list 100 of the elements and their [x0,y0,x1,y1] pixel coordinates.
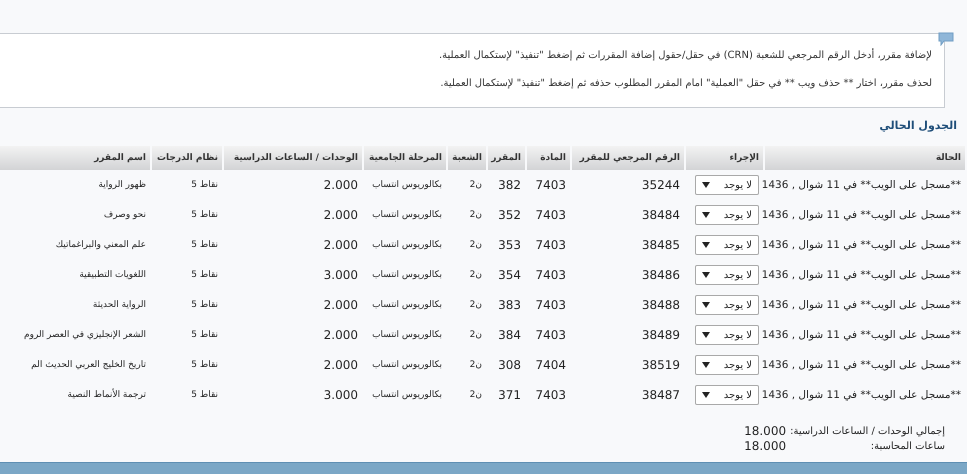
table-cell: ن2 [470,330,482,340]
table-cell: 35244 [642,178,680,192]
status-text: **مسجل على الويب** في 11 شوال , 1436 [762,329,961,341]
table-cell: 38488 [642,298,680,312]
action-dropdown[interactable]: لا يوجد [695,235,759,255]
table-cell: 7403 [535,268,566,282]
column-header: الرقم المرجعي للمقرر [572,146,684,170]
table-cell: علم المعني والبراغماتيك [56,240,146,250]
action-dropdown[interactable]: لا يوجد [695,385,759,405]
table-cell: 2.000 [324,358,358,372]
status-text: **مسجل على الويب** في 11 شوال , 1436 [762,239,961,251]
table-cell: 7403 [535,208,566,222]
table-cell: بكالوريوس انتساب [372,330,442,340]
table-cell: 7403 [535,178,566,192]
table-cell: ن2 [470,240,482,250]
table-cell: 353 [498,238,521,252]
status-text: **مسجل على الويب** في 11 شوال , 1436 [762,209,961,221]
action-dropdown[interactable]: لا يوجد [695,265,759,285]
action-dropdown[interactable]: لا يوجد [695,325,759,345]
table-cell: 3.000 [324,268,358,282]
status-text: **مسجل على الويب** في 11 شوال , 1436 [762,389,961,401]
table-cell: بكالوريوس انتساب [372,360,442,370]
table-cell: 2.000 [324,298,358,312]
table-cell: بكالوريوس انتساب [372,240,442,250]
table-cell: الشعر الإنجليزي في العصر الروم [24,330,146,340]
table-cell: ن2 [470,390,482,400]
table-cell: بكالوريوس انتساب [372,270,442,280]
table-cell: 38519 [642,358,680,372]
total-value: 18.000 [744,424,786,439]
table-cell: 2.000 [324,328,358,342]
action-dropdown[interactable]: لا يوجد [695,205,759,225]
total-label: إجمالي الوحدات / الساعات الدراسية: [790,425,945,439]
table-cell: نقاط 5 [191,210,218,220]
table-cell: 2.000 [324,208,358,222]
column-header: الإجراء [686,146,763,170]
table-cell: ن2 [470,300,482,310]
table-cell: ظهور الرواية [98,180,146,190]
table-cell: نقاط 5 [191,330,218,340]
section-title: الجدول الحالي [879,119,957,132]
status-text: **مسجل على الويب** في 11 شوال , 1436 [762,359,961,371]
table-cell: اللغويات التطبيقية [79,270,146,280]
table-cell: 383 [498,298,521,312]
table-cell: 7403 [535,328,566,342]
table-cell: 371 [498,388,521,402]
table-cell: 2.000 [324,238,358,252]
column-header: الحالة [765,146,965,170]
table-cell: بكالوريوس انتساب [372,210,442,220]
table-cell: ن2 [470,180,482,190]
column-header: نظام الدرجات [152,146,222,170]
caret-icon [702,212,710,218]
table-cell: تاريخ الخليج العربي الحديث الم [31,360,146,370]
speech-bubble-icon [938,32,954,46]
column-header: المرحلة الجامعية [364,146,446,170]
table-cell: الرواية الحديثة [92,300,146,310]
action-dropdown[interactable]: لا يوجد [695,295,759,315]
table-cell: 38486 [642,268,680,282]
table-cell: 384 [498,328,521,342]
table-cell: نقاط 5 [191,270,218,280]
table-cell: نقاط 5 [191,240,218,250]
status-text: **مسجل على الويب** في 11 شوال , 1436 [762,179,961,191]
table-cell: 38485 [642,238,680,252]
caret-icon [702,302,710,308]
table-cell: بكالوريوس انتساب [372,390,442,400]
table-cell: 2.000 [324,178,358,192]
caret-icon [702,332,710,338]
caret-icon [702,272,710,278]
table-cell: 3.000 [324,388,358,402]
column-header: الشعبة [448,146,486,170]
caret-icon [702,392,710,398]
caret-icon [702,182,710,188]
total-label: ساعات المحاسبة: [870,440,945,454]
caret-icon [702,242,710,248]
table-cell: 7403 [535,298,566,312]
status-text: **مسجل على الويب** في 11 شوال , 1436 [762,299,961,311]
table-cell: نحو وصرف [104,210,146,220]
instruction-text: لحذف مقرر، اختار ** حذف ويب ** في حقل "العملية" امام المقرر المطلوب حذفه ثم إضغط "تنفيذ" لإستكمال العملية. [439,78,932,89]
table-cell: نقاط 5 [191,180,218,190]
column-header: اسم المقرر [0,146,150,170]
table-cell: ن2 [470,210,482,220]
action-dropdown[interactable]: لا يوجد [695,355,759,375]
table-cell: 352 [498,208,521,222]
table-cell: 7404 [535,358,566,372]
table-cell: ن2 [470,360,482,370]
column-header: الوحدات / الساعات الدراسية [224,146,362,170]
table-cell: ترجمة الأنماط النصية [68,390,146,400]
table-cell: بكالوريوس انتساب [372,300,442,310]
caret-icon [702,362,710,368]
instruction-text: لإضافة مقرر، أدخل الرقم المرجعي للشعبة (CRN) في حقل/حقول إضافة المقررات ثم إضغط "تنفيذ" لإستكمال العملية. [438,50,932,61]
status-text: **مسجل على الويب** في 11 شوال , 1436 [762,269,961,281]
table-cell: نقاط 5 [191,360,218,370]
action-dropdown[interactable]: لا يوجد [695,175,759,195]
table-cell: 38487 [642,388,680,402]
table-cell: نقاط 5 [191,390,218,400]
table-cell: بكالوريوس انتساب [372,180,442,190]
table-cell: 38484 [642,208,680,222]
table-cell: 7403 [535,388,566,402]
table-cell: 382 [498,178,521,192]
table-cell: 308 [498,358,521,372]
total-value: 18.000 [744,439,786,454]
table-cell: 38489 [642,328,680,342]
